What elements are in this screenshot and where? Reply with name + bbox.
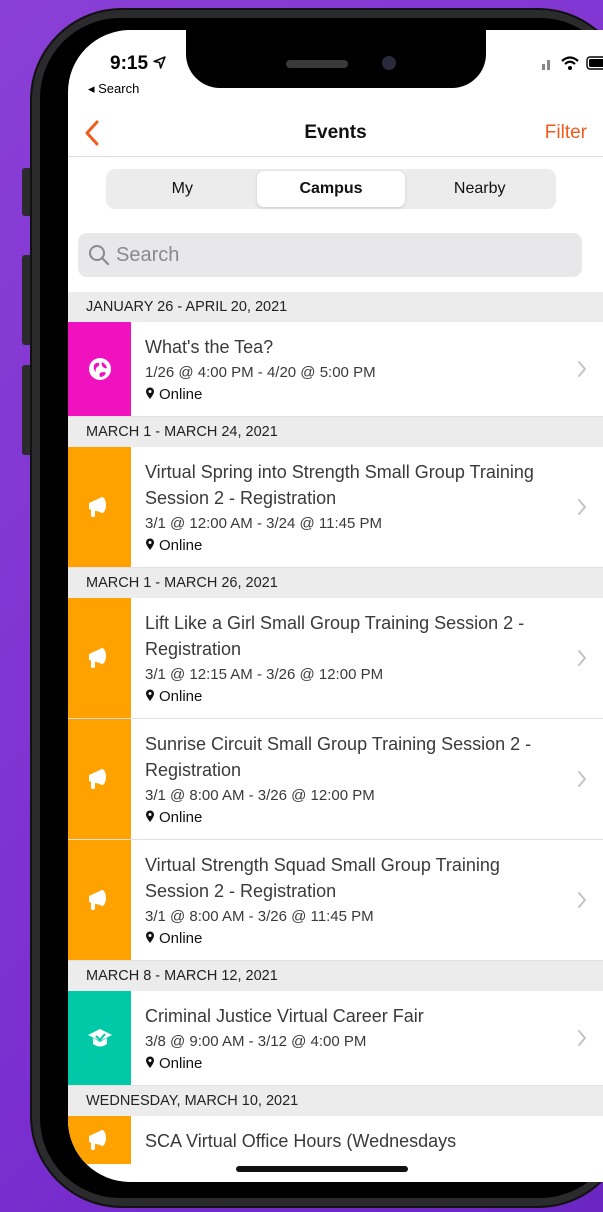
section-header: MARCH 1 - MARCH 26, 2021 xyxy=(68,568,603,598)
search-icon xyxy=(89,245,110,266)
front-camera xyxy=(382,56,396,70)
event-title: What's the Tea? xyxy=(145,337,274,357)
event-title: Virtual Spring into Strength Small Group… xyxy=(145,462,534,508)
segment-campus[interactable]: Campus xyxy=(256,171,406,207)
event-category-swatch xyxy=(68,991,131,1085)
event-details: SCA Virtual Office Hours (Wednesdays xyxy=(131,1116,603,1164)
event-category-swatch xyxy=(68,447,131,567)
section-header: MARCH 1 - MARCH 24, 2021 xyxy=(68,417,603,447)
event-title: SCA Virtual Office Hours (Wednesdays xyxy=(145,1131,457,1151)
megaphone-icon xyxy=(85,885,115,915)
event-location-text: Online xyxy=(159,386,203,403)
section-header: JANUARY 26 - APRIL 20, 2021 xyxy=(68,292,603,322)
section-header: MARCH 8 - MARCH 12, 2021 xyxy=(68,961,603,991)
speaker-grille xyxy=(286,60,348,68)
section-header: WEDNESDAY, MARCH 10, 2021 xyxy=(68,1086,603,1116)
segmented-control: My Campus Nearby xyxy=(106,169,556,209)
event-location-text: Online xyxy=(159,537,203,554)
wifi-icon xyxy=(561,56,579,70)
event-row[interactable]: SCA Virtual Office Hours (Wednesdays xyxy=(68,1116,603,1164)
event-details: Sunrise Circuit Small Group Training Ses… xyxy=(131,719,603,839)
nav-bar: Events Filter xyxy=(68,112,603,157)
event-location-text: Online xyxy=(159,688,203,705)
event-location-text: Online xyxy=(159,809,203,826)
event-category-swatch xyxy=(68,322,131,416)
event-location: Online xyxy=(145,928,557,950)
event-location: Online xyxy=(145,535,557,557)
event-time: 3/8 @ 9:00 AM - 3/12 @ 4:00 PM xyxy=(145,1033,367,1050)
globe-icon xyxy=(87,356,113,382)
event-details: What's the Tea? 1/26 @ 4:00 PM - 4/20 @ 5… xyxy=(131,322,603,416)
event-row[interactable]: Sunrise Circuit Small Group Training Ses… xyxy=(68,719,603,840)
notch xyxy=(186,30,486,88)
filter-button[interactable]: Filter xyxy=(545,122,587,144)
status-time: 9:15 xyxy=(110,53,166,75)
event-location-text: Online xyxy=(159,930,203,947)
map-pin-icon xyxy=(146,1056,154,1068)
event-location: Online xyxy=(145,1053,557,1075)
event-details: Criminal Justice Virtual Career Fair 3/8 … xyxy=(131,991,603,1085)
event-time: 3/1 @ 8:00 AM - 3/26 @ 12:00 PM xyxy=(145,787,375,804)
page-title: Events xyxy=(304,122,367,143)
chevron-right-icon xyxy=(577,498,587,521)
event-list: JANUARY 26 - APRIL 20, 2021 What's the Te… xyxy=(68,292,603,1164)
event-location: Online xyxy=(145,384,557,406)
chevron-right-icon xyxy=(577,1029,587,1052)
mute-switch xyxy=(22,168,30,216)
megaphone-icon xyxy=(85,643,115,673)
status-back-link[interactable]: ◂ Search xyxy=(88,81,139,97)
segment-my[interactable]: My xyxy=(108,171,257,207)
event-category-swatch xyxy=(68,598,131,718)
event-details: Virtual Strength Squad Small Group Train… xyxy=(131,840,603,960)
megaphone-icon xyxy=(85,764,115,794)
signal-icon xyxy=(542,60,550,70)
event-title: Lift Like a Girl Small Group Training Se… xyxy=(145,613,525,659)
map-pin-icon xyxy=(146,689,154,701)
event-row[interactable]: Criminal Justice Virtual Career Fair 3/8 … xyxy=(68,991,603,1086)
event-row[interactable]: Virtual Spring into Strength Small Group… xyxy=(68,447,603,568)
location-arrow-icon xyxy=(153,56,166,69)
event-category-swatch xyxy=(68,719,131,839)
search-bar[interactable]: Search xyxy=(78,233,582,277)
event-time: 1/26 @ 4:00 PM - 4/20 @ 5:00 PM xyxy=(145,364,376,381)
map-pin-icon xyxy=(146,387,154,399)
megaphone-icon xyxy=(85,492,115,522)
volume-up-button xyxy=(22,255,30,345)
event-row[interactable]: What's the Tea? 1/26 @ 4:00 PM - 4/20 @ 5… xyxy=(68,322,603,417)
home-indicator[interactable] xyxy=(236,1166,408,1172)
battery-icon xyxy=(586,56,603,70)
event-location-text: Online xyxy=(159,1055,203,1072)
event-title: Sunrise Circuit Small Group Training Ses… xyxy=(145,734,532,780)
graduation-cap-icon xyxy=(87,1025,113,1051)
event-time: 3/1 @ 8:00 AM - 3/26 @ 11:45 PM xyxy=(145,908,374,925)
event-category-swatch xyxy=(68,1116,131,1164)
megaphone-icon xyxy=(85,1125,115,1155)
segment-nearby[interactable]: Nearby xyxy=(405,171,554,207)
search-input[interactable]: Search xyxy=(116,244,179,267)
app-screen: 9:15 ◂ Search Events Filter My Campus Ne… xyxy=(68,30,603,1182)
event-time: 3/1 @ 12:00 AM - 3/24 @ 11:45 PM xyxy=(145,515,382,532)
event-row[interactable]: Lift Like a Girl Small Group Training Se… xyxy=(68,598,603,719)
chevron-right-icon xyxy=(577,360,587,383)
event-time: 3/1 @ 12:15 AM - 3/26 @ 12:00 PM xyxy=(145,666,384,683)
event-location: Online xyxy=(145,807,557,829)
chevron-right-icon xyxy=(577,649,587,672)
status-time-text: 9:15 xyxy=(110,53,149,74)
event-location: Online xyxy=(145,686,557,708)
map-pin-icon xyxy=(146,931,154,943)
event-details: Lift Like a Girl Small Group Training Se… xyxy=(131,598,603,718)
volume-down-button xyxy=(22,365,30,455)
map-pin-icon xyxy=(146,810,154,822)
event-title: Virtual Strength Squad Small Group Train… xyxy=(145,855,500,901)
status-icons xyxy=(542,56,603,70)
map-pin-icon xyxy=(146,538,154,550)
event-row[interactable]: Virtual Strength Squad Small Group Train… xyxy=(68,840,603,961)
event-title: Criminal Justice Virtual Career Fair xyxy=(145,1006,424,1026)
event-category-swatch xyxy=(68,840,131,960)
chevron-right-icon xyxy=(577,891,587,914)
event-details: Virtual Spring into Strength Small Group… xyxy=(131,447,603,567)
chevron-right-icon xyxy=(577,770,587,793)
